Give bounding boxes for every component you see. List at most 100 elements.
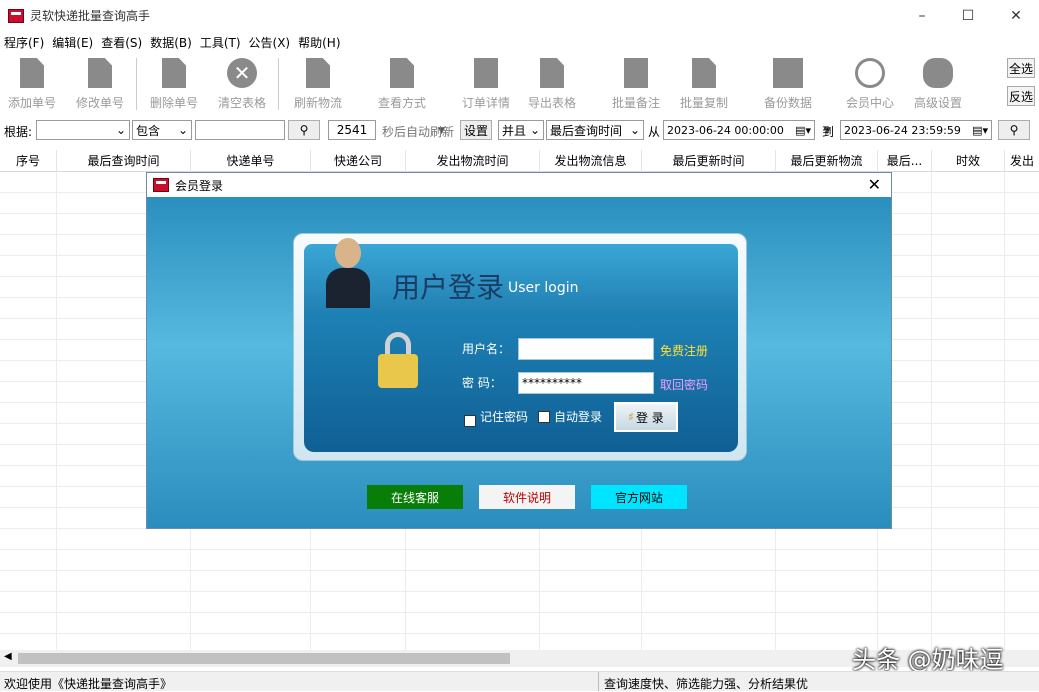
column-header[interactable]: 最后查询时间 bbox=[57, 150, 191, 172]
column-header[interactable]: 发出物流信息 bbox=[540, 150, 642, 172]
calendar-icon: ▤▾ bbox=[972, 123, 988, 137]
pencil-icon bbox=[84, 58, 116, 92]
to-label: 到 bbox=[822, 125, 835, 139]
toolbar: 添加单号 修改单号 删除单号 ✕清空表格 刷新物流 ▼ 查看方式 ▼ 订单详情 … bbox=[0, 52, 1039, 136]
close-button[interactable]: ✕ bbox=[993, 0, 1039, 32]
remember-password-checkbox[interactable]: ✓ 记住密码 bbox=[464, 408, 528, 427]
calendar-icon: ▤▾ bbox=[795, 123, 811, 137]
copy-icon bbox=[688, 58, 720, 92]
column-header[interactable]: 序号 bbox=[0, 150, 57, 172]
auto-login-checkbox[interactable]: 自动登录 bbox=[538, 408, 602, 425]
set-button[interactable]: 设置 bbox=[460, 120, 492, 140]
login-form-area: 用户名： 免费注册 密 码： ********** 取回密码 ✓ 记住密码 自动登… bbox=[304, 310, 738, 452]
basis-label: 根据: bbox=[4, 125, 33, 139]
recover-password-link[interactable]: 取回密码 bbox=[660, 376, 708, 393]
watermark-text: 头条 @奶味逗 bbox=[852, 646, 1004, 674]
login-button[interactable]: ♯ 登 录 bbox=[614, 402, 678, 432]
menu-view[interactable]: 查看(S) bbox=[97, 34, 146, 51]
software-help-button[interactable]: 软件说明 bbox=[479, 485, 575, 509]
online-service-button[interactable]: 在线客服 bbox=[367, 485, 463, 509]
register-link[interactable]: 免费注册 bbox=[660, 342, 708, 359]
keyword-input[interactable] bbox=[195, 120, 285, 140]
menu-data[interactable]: 数据(B) bbox=[146, 34, 196, 51]
scroll-left-icon[interactable]: ◀ bbox=[4, 651, 12, 662]
maximize-button[interactable]: ☐ bbox=[945, 0, 991, 32]
backup-icon bbox=[772, 58, 804, 92]
auto-refresh-label: 秒后自动刷新 bbox=[382, 125, 455, 139]
clear-table-button[interactable]: ✕ 清空表格 bbox=[210, 56, 274, 110]
refresh-seconds-input[interactable]: 2541 bbox=[328, 120, 376, 140]
scroll-icon bbox=[620, 58, 652, 92]
checkbox-icon bbox=[538, 411, 550, 423]
official-site-button[interactable]: 官方网站 bbox=[591, 485, 687, 509]
minimize-button[interactable]: – bbox=[899, 0, 945, 32]
batch-copy-button[interactable]: 批量复制 bbox=[672, 56, 736, 110]
select-all-button[interactable]: 全选 bbox=[1007, 58, 1035, 78]
column-header[interactable]: 时效 bbox=[932, 150, 1005, 172]
menu-help[interactable]: 帮助(H) bbox=[294, 34, 344, 51]
export-icon bbox=[536, 58, 568, 92]
checkmark-icon: ✓ bbox=[464, 415, 476, 427]
advanced-settings-button[interactable]: 高级设置 bbox=[906, 56, 970, 110]
member-center-button[interactable]: 会员中心 bbox=[838, 56, 902, 110]
edit-number-button[interactable]: 修改单号 bbox=[68, 56, 132, 110]
backup-data-button[interactable]: 备份数据 bbox=[756, 56, 820, 110]
from-date-picker[interactable]: 2023-06-24 00:00:00 ▤▾ bbox=[663, 120, 815, 140]
order-detail-button[interactable]: 订单详情 bbox=[454, 56, 518, 110]
invert-selection-button[interactable]: 反选 bbox=[1007, 86, 1035, 106]
filter-bar: 根据: ⌄ 包含 ⌄ ⚲ 2541 秒后自动刷新 设置 并且 ⌄ 最后查询时间 ⌄ 从… bbox=[0, 118, 1039, 142]
table-header: 序号 最后查询时间 快递单号 快递公司 发出物流时间 发出物流信息 最后更新时间… bbox=[0, 150, 1039, 172]
user-avatar-icon bbox=[324, 230, 372, 314]
order-icon bbox=[470, 58, 502, 92]
delete-number-button[interactable]: 删除单号 bbox=[142, 56, 206, 110]
close-icon[interactable]: ✕ bbox=[868, 175, 881, 194]
login-dialog: 会员登录 ✕ 用户登录 User login 用户名： 免费注册 密 码： **… bbox=[146, 172, 892, 529]
logic-select[interactable]: 并且 ⌄ bbox=[498, 120, 544, 140]
basis-select[interactable]: ⌄ bbox=[36, 120, 130, 140]
column-header[interactable]: 最后... bbox=[878, 150, 932, 172]
window-title: 灵软快递批量查询高手 bbox=[30, 9, 151, 23]
title-bar: 灵软快递批量查询高手 – ☐ ✕ bbox=[0, 0, 1039, 32]
password-input[interactable]: ********** bbox=[518, 372, 654, 394]
view-mode-button[interactable]: 查看方式 bbox=[370, 56, 434, 110]
search-button[interactable]: ⚲ bbox=[288, 120, 320, 140]
login-heading-en: User login bbox=[508, 280, 579, 296]
column-header[interactable]: 最后更新时间 bbox=[642, 150, 776, 172]
document-icon bbox=[16, 58, 48, 92]
status-divider bbox=[598, 672, 599, 691]
username-label: 用户名： bbox=[462, 342, 511, 356]
column-header[interactable]: 快递单号 bbox=[191, 150, 311, 172]
from-label: 从 bbox=[648, 125, 661, 139]
status-right-text: 查询速度快、筛选能力强、分析结果优 bbox=[604, 677, 809, 691]
date-search-button[interactable]: ⚲ bbox=[998, 120, 1030, 140]
export-table-button[interactable]: 导出表格 bbox=[520, 56, 584, 110]
chevron-down-icon: ⌄ bbox=[529, 123, 540, 137]
password-label: 密 码： bbox=[462, 376, 502, 390]
app-icon bbox=[153, 178, 169, 192]
batch-note-button[interactable]: 批量备注 bbox=[604, 56, 668, 110]
match-mode-select[interactable]: 包含 ⌄ bbox=[132, 120, 192, 140]
to-date-picker[interactable]: 2023-06-24 23:59:59 ▤▾ bbox=[840, 120, 992, 140]
lock-icon bbox=[378, 332, 418, 392]
search-icon: ⚲ bbox=[299, 123, 309, 137]
username-input[interactable] bbox=[518, 338, 654, 360]
add-number-button[interactable]: 添加单号 bbox=[0, 56, 64, 110]
refresh-logistics-button[interactable]: 刷新物流 bbox=[286, 56, 350, 110]
menu-program[interactable]: 程序(F) bbox=[0, 34, 48, 51]
refresh-doc-icon bbox=[302, 58, 334, 92]
menu-edit[interactable]: 编辑(E) bbox=[48, 34, 97, 51]
column-header[interactable]: 发出物流时间 bbox=[406, 150, 540, 172]
column-header[interactable]: 快递公司 bbox=[311, 150, 406, 172]
menu-tools[interactable]: 工具(T) bbox=[196, 34, 245, 51]
status-left-text: 欢迎使用《快递批量查询高手》 bbox=[4, 677, 173, 691]
login-heading: 用户登录 bbox=[392, 271, 505, 304]
search-icon: ⚲ bbox=[1009, 123, 1019, 137]
scroll-thumb[interactable] bbox=[18, 653, 510, 664]
column-header[interactable]: 发出 bbox=[1005, 150, 1039, 172]
dialog-title: 会员登录 bbox=[175, 178, 224, 193]
view-doc-icon bbox=[386, 58, 418, 92]
chevron-down-icon: ⌄ bbox=[115, 123, 126, 137]
time-field-select[interactable]: 最后查询时间 ⌄ bbox=[546, 120, 644, 140]
column-header[interactable]: 最后更新物流 bbox=[776, 150, 878, 172]
menu-notice[interactable]: 公告(X) bbox=[245, 34, 295, 51]
